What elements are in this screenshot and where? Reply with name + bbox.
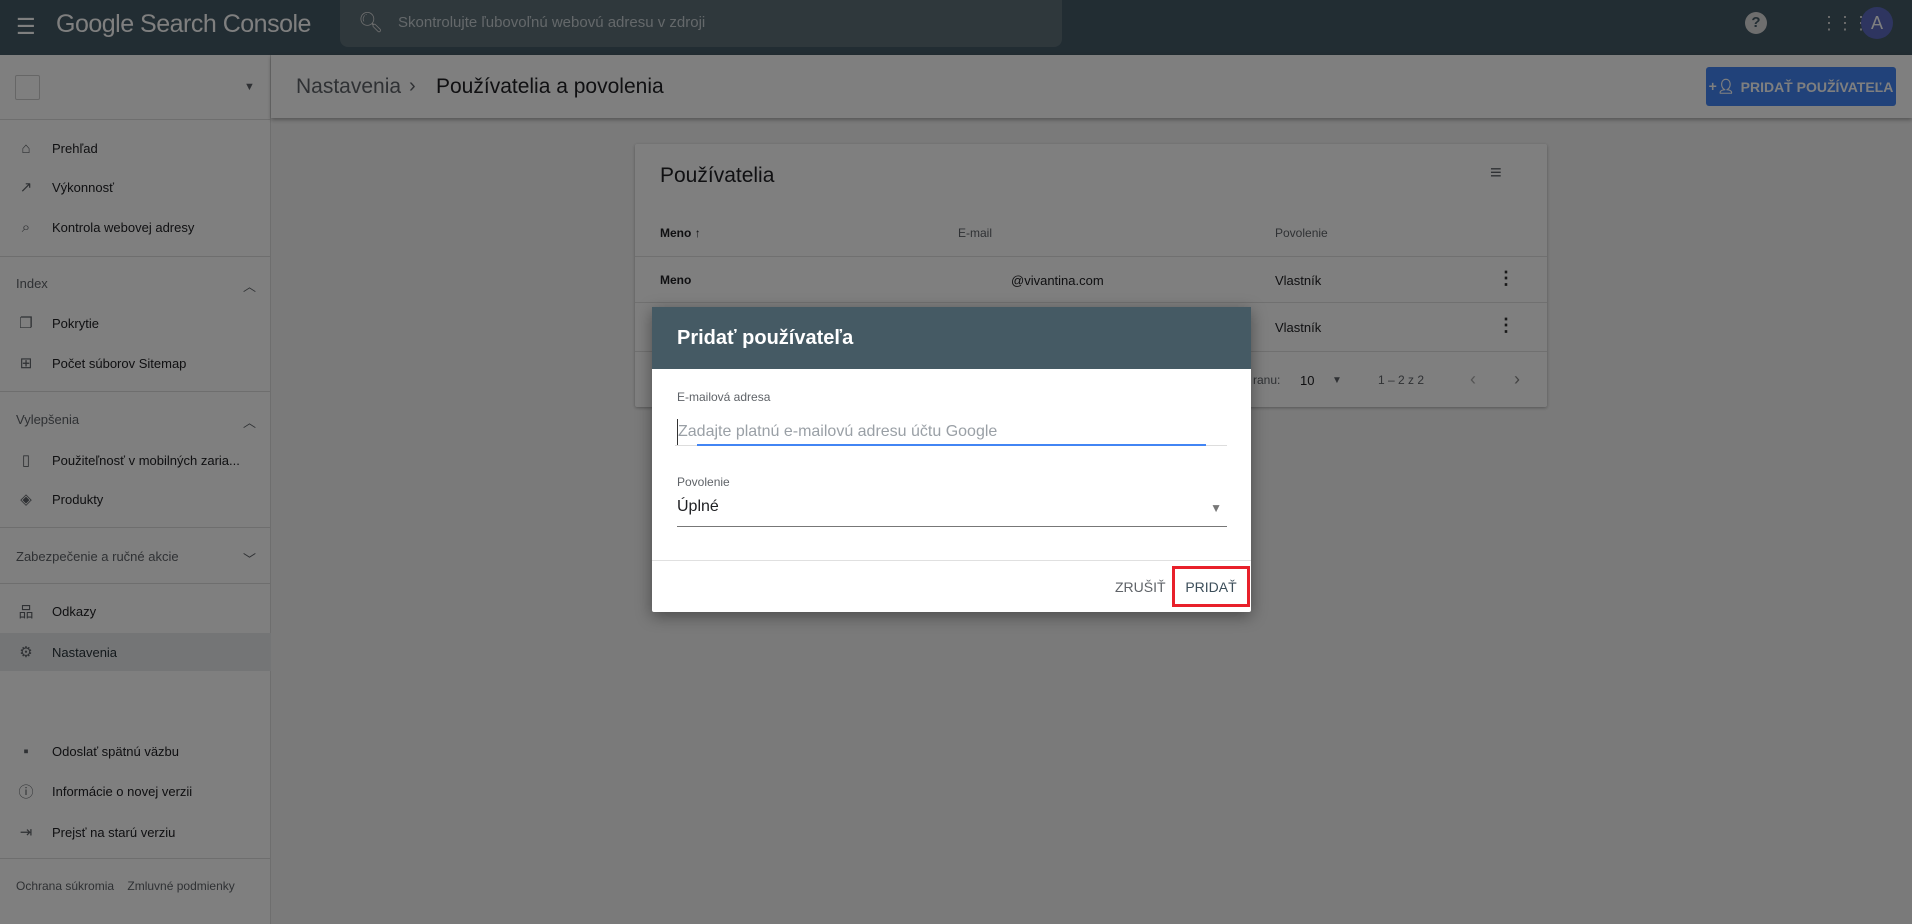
cancel-button[interactable]: ZRUŠIŤ (1115, 579, 1166, 595)
email-field[interactable] (677, 419, 1227, 445)
dialog-title: Pridať používateľa (677, 327, 854, 349)
email-focus-underline (697, 444, 1206, 446)
dialog-header: Pridať používateľa (652, 307, 1251, 369)
add-button[interactable]: PRIDAŤ (1172, 566, 1250, 607)
email-label: E-mailová adresa (677, 390, 771, 404)
add-user-dialog: Pridať používateľa E-mailová adresa Povo… (652, 307, 1251, 612)
permission-label: Povolenie (677, 475, 730, 489)
permission-select[interactable]: Úplné ▼ (677, 498, 1227, 527)
dropdown-arrow-icon: ▼ (1210, 501, 1222, 515)
divider (652, 560, 1251, 561)
